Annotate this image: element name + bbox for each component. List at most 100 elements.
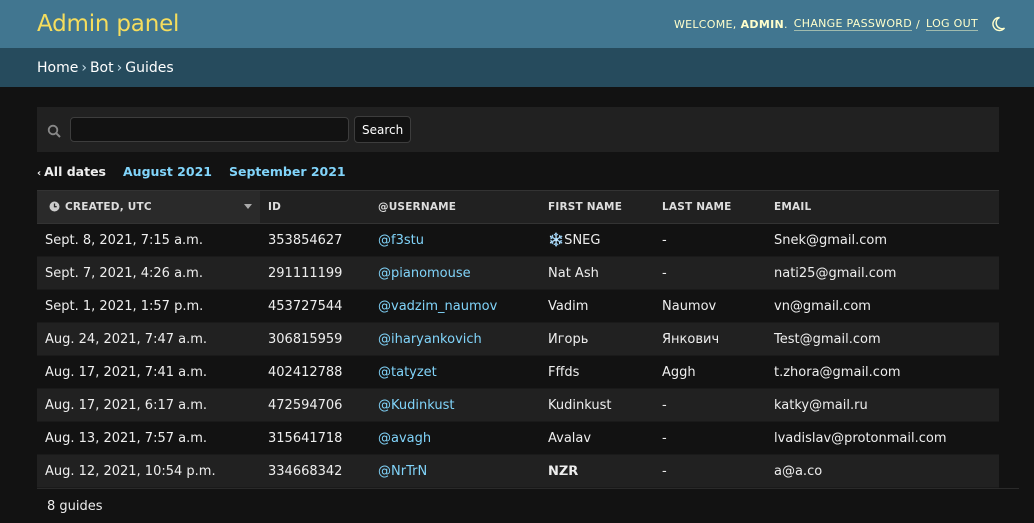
column-label: Created, UTC: [65, 201, 152, 213]
table-row: Aug. 17, 2021, 7:41 a.m. 402412788 @tatyze…: [37, 355, 999, 389]
clock-icon: [49, 201, 60, 212]
search-button[interactable]: Search: [354, 116, 412, 143]
date-link-august-2021[interactable]: August 2021: [123, 164, 212, 179]
results-table: Created, UTC ID @Username First name Las…: [37, 190, 999, 488]
user-tools: Welcome, admin. Change password / Log ou…: [674, 16, 1006, 32]
sort-descending-icon[interactable]: [244, 204, 252, 209]
breadcrumb-current: Guides: [125, 59, 174, 76]
tools-separator: /: [916, 17, 921, 31]
cell-id: 353854627: [260, 223, 370, 257]
breadcrumb: Home › Bot › Guides: [0, 48, 1034, 87]
column-header-email[interactable]: Email: [766, 190, 999, 224]
back-arrow: ‹: [37, 167, 42, 179]
cell-email: lvadislav@protonmail.com: [766, 421, 999, 455]
result-count: 8 guides: [37, 488, 1019, 523]
cell-id: 402412788: [260, 355, 370, 389]
cell-created: Aug. 17, 2021, 6:17 a.m.: [37, 388, 260, 422]
cell-first-name: ❄️SNEG: [540, 223, 654, 257]
cell-id: 453727544: [260, 289, 370, 323]
cell-email: Test@gmail.com: [766, 322, 999, 356]
table-row: Aug. 13, 2021, 7:57 a.m. 315641718 @avagh A…: [37, 421, 999, 455]
cell-created: Aug. 24, 2021, 7:47 a.m.: [37, 322, 260, 356]
cell-email: vn@gmail.com: [766, 289, 999, 323]
cell-first-name: Nat Ash: [540, 256, 654, 290]
cell-last-name: -: [654, 421, 766, 455]
cell-created: Sept. 1, 2021, 1:57 p.m.: [37, 289, 260, 323]
logout-link[interactable]: Log out: [926, 17, 978, 31]
column-header-created[interactable]: Created, UTC: [37, 190, 260, 224]
cell-last-name: Янкович: [654, 322, 766, 356]
search-input[interactable]: [70, 117, 349, 142]
cell-first-name: Fffds: [540, 355, 654, 389]
main-content: Search ‹ All dates August 2021 September …: [0, 87, 1034, 523]
cell-email: nati25@gmail.com: [766, 256, 999, 290]
table-row: Sept. 1, 2021, 1:57 p.m. 453727544 @vadzim…: [37, 289, 999, 323]
cell-email: a@a.co: [766, 454, 999, 488]
column-header-id[interactable]: ID: [260, 190, 370, 224]
all-dates-link[interactable]: ‹ All dates: [37, 164, 106, 179]
table-header-row: Created, UTC ID @Username First name Las…: [37, 190, 999, 224]
cell-last-name: -: [654, 256, 766, 290]
cell-id: 291111199: [260, 256, 370, 290]
cell-last-name: -: [654, 223, 766, 257]
cell-last-name: -: [654, 454, 766, 488]
cell-username: @f3stu: [370, 223, 540, 257]
change-password-link[interactable]: Change password: [793, 17, 913, 31]
cell-created: Aug. 13, 2021, 7:57 a.m.: [37, 421, 260, 455]
search-toolbar: Search: [37, 107, 999, 152]
site-title[interactable]: Admin panel: [37, 11, 179, 37]
username-link[interactable]: @pianomouse: [378, 266, 471, 281]
cell-last-name: Aggh: [654, 355, 766, 389]
cell-first-name: Vadim: [540, 289, 654, 323]
cell-first-name: Kudinkust: [540, 388, 654, 422]
table-row: Aug. 17, 2021, 6:17 a.m. 472594706 @Kudink…: [37, 388, 999, 422]
cell-created: Aug. 12, 2021, 10:54 p.m.: [37, 454, 260, 488]
cell-id: 315641718: [260, 421, 370, 455]
table-row: Sept. 8, 2021, 7:15 a.m. 353854627 @f3stu ❄…: [37, 223, 999, 257]
cell-email: Snek@gmail.com: [766, 223, 999, 257]
cell-created: Aug. 17, 2021, 7:41 a.m.: [37, 355, 260, 389]
cell-username: @vadzim_naumov: [370, 289, 540, 323]
date-hierarchy: ‹ All dates August 2021 September 2021: [37, 152, 999, 190]
cell-created: Sept. 8, 2021, 7:15 a.m.: [37, 223, 260, 257]
username: admin: [740, 17, 784, 31]
cell-email: katky@mail.ru: [766, 388, 999, 422]
breadcrumb-home[interactable]: Home: [37, 60, 78, 76]
cell-last-name: -: [654, 388, 766, 422]
cell-first-name: 𝗡𝗭𝗥: [540, 454, 654, 488]
table-row: Aug. 24, 2021, 7:47 a.m. 306815959 @iharya…: [37, 322, 999, 356]
table-row: Aug. 12, 2021, 10:54 p.m. 334668342 @NrTrN…: [37, 454, 999, 488]
column-header-last-name[interactable]: Last name: [654, 190, 766, 224]
username-link[interactable]: @f3stu: [378, 233, 424, 248]
cell-username: @avagh: [370, 421, 540, 455]
cell-email: t.zhora@gmail.com: [766, 355, 999, 389]
cell-last-name: Naumov: [654, 289, 766, 323]
breadcrumb-app[interactable]: Bot: [90, 60, 114, 76]
username-link[interactable]: @Kudinkust: [378, 398, 454, 413]
cell-username: @Kudinkust: [370, 388, 540, 422]
table-body: Sept. 8, 2021, 7:15 a.m. 353854627 @f3stu ❄…: [37, 223, 999, 488]
search-icon: [47, 123, 61, 138]
cell-first-name: Avalav: [540, 421, 654, 455]
all-dates-label: All dates: [44, 163, 106, 179]
cell-id: 472594706: [260, 388, 370, 422]
header: Admin panel Welcome, admin. Change passw…: [0, 0, 1034, 48]
date-link-september-2021[interactable]: September 2021: [229, 164, 346, 179]
cell-id: 334668342: [260, 454, 370, 488]
cell-created: Sept. 7, 2021, 4:26 a.m.: [37, 256, 260, 290]
table-row: Sept. 7, 2021, 4:26 a.m. 291111199 @pianom…: [37, 256, 999, 290]
username-link[interactable]: @NrTrN: [378, 464, 427, 479]
username-link[interactable]: @avagh: [378, 431, 431, 446]
breadcrumb-separator: ›: [116, 59, 123, 76]
column-header-username[interactable]: @Username: [370, 190, 540, 224]
username-link[interactable]: @iharyankovich: [378, 332, 482, 347]
cell-username: @iharyankovich: [370, 322, 540, 356]
username-link[interactable]: @tatyzet: [378, 365, 437, 380]
username-link[interactable]: @vadzim_naumov: [378, 299, 497, 314]
cell-id: 306815959: [260, 322, 370, 356]
cell-username: @pianomouse: [370, 256, 540, 290]
breadcrumb-separator: ›: [81, 59, 87, 76]
column-header-first-name[interactable]: First name: [540, 190, 654, 224]
moon-icon[interactable]: [990, 16, 1006, 32]
welcome-text: Welcome,: [673, 17, 737, 31]
